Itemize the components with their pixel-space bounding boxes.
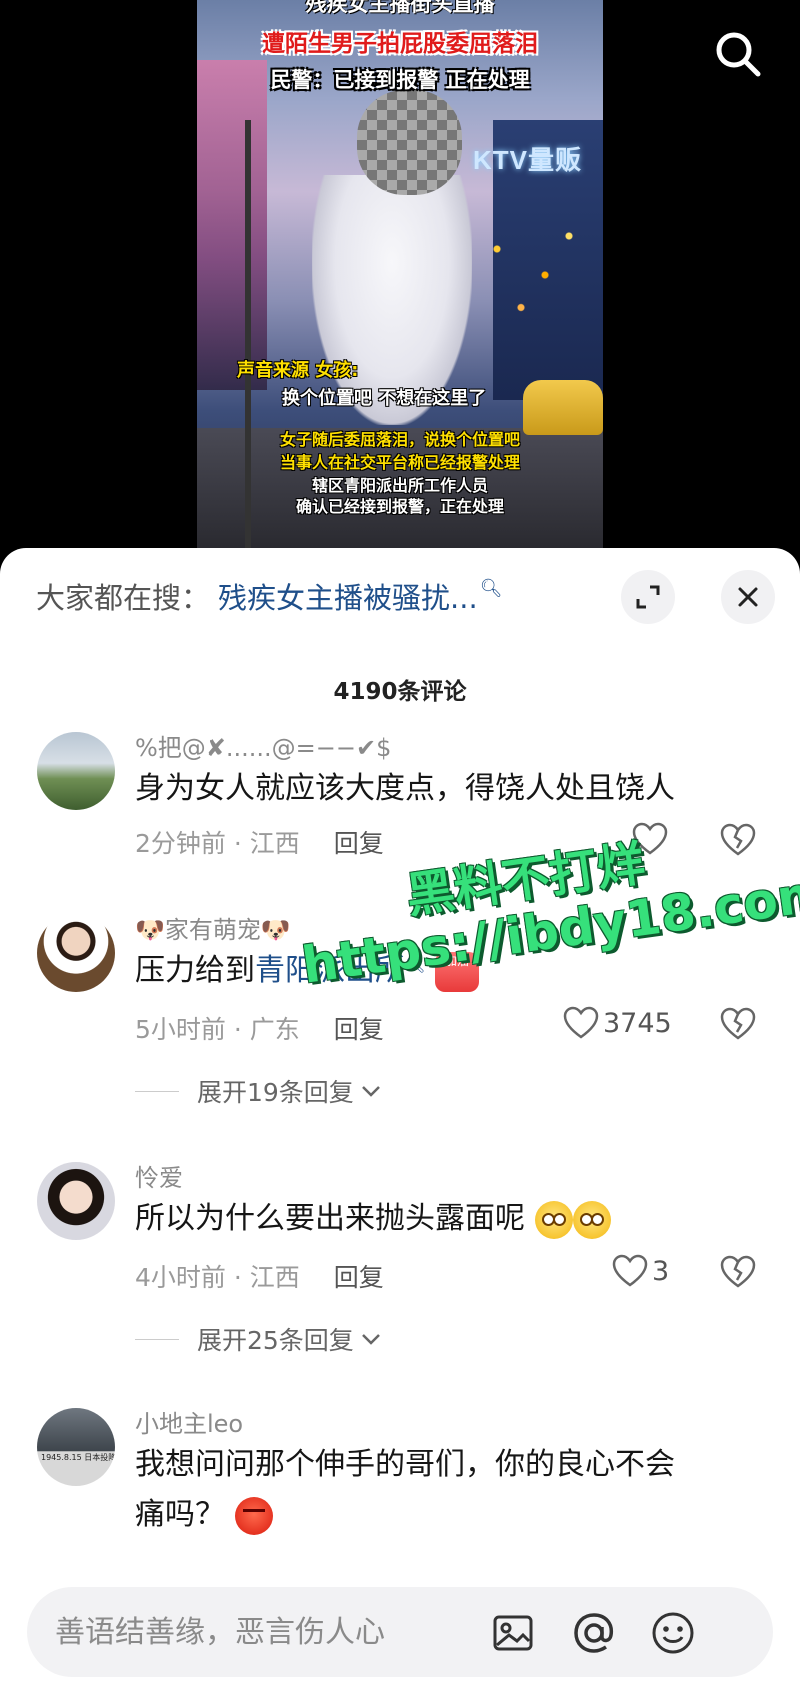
video-caption-police: 民警：已接到报警 正在处理 xyxy=(270,68,530,92)
video-caption-top: 残疾女主播街头直播 xyxy=(305,0,495,16)
comment-meta: 2分钟前 · 江西 回复 xyxy=(135,824,384,860)
comment-text: 所以为什么要出来抛头露面呢 xyxy=(135,1194,611,1244)
comments-sheet: 大家都在搜： 残疾女主播被骚扰... 🔍︎ 4190条评论 %把@✘......… xyxy=(0,548,800,1698)
hot-search-link[interactable]: 残疾女主播被骚扰... xyxy=(218,575,478,617)
comment-time-location: 5小时前 · 广东 xyxy=(135,1015,300,1044)
comment-input[interactable] xyxy=(55,1607,495,1657)
video-player[interactable]: KTV量贩 残疾女主播街头直播 遭陌生男子拍屁股委屈落泪 民警：已接到报警 正在… xyxy=(0,0,800,560)
video-scene-lights xyxy=(473,210,593,340)
divider xyxy=(135,1090,179,1092)
close-icon xyxy=(738,587,758,607)
flushed-emoji xyxy=(572,1200,611,1239)
video-caption-line: 当事人在社交平台称已经报警处理 xyxy=(279,453,520,472)
reply-button[interactable]: 回复 xyxy=(334,829,384,858)
comment-username[interactable]: 小地主leo xyxy=(135,1404,243,1439)
avatar[interactable] xyxy=(37,914,115,992)
divider xyxy=(135,1338,179,1340)
close-sheet-button[interactable] xyxy=(721,570,775,624)
comment-meta: 5小时前 · 广东 回复 xyxy=(135,1010,384,1046)
like-count: 3745 xyxy=(603,1007,672,1039)
broken-heart-icon[interactable] xyxy=(720,822,756,858)
video-frame[interactable]: KTV量贩 残疾女主播街头直播 遭陌生男子拍屁股委屈落泪 民警：已接到报警 正在… xyxy=(197,0,603,548)
comment-text: 身为女人就应该大度点，得饶人处且饶人 xyxy=(135,771,675,806)
video-caption-line: 女子随后委屈落泪，说换个位置吧 xyxy=(279,430,520,449)
expand-replies-button[interactable]: 展开19条回复 xyxy=(135,1073,382,1109)
avatar[interactable]: 1945.8.15 日本投降 xyxy=(37,1408,115,1486)
expand-replies-label: 展开19条回复 xyxy=(197,1078,354,1107)
comment-username[interactable]: 🐶家有萌宠🐶 xyxy=(135,910,291,945)
avatar-caption: 1945.8.15 日本投降 xyxy=(41,1453,115,1462)
comment-username[interactable]: 怜爱 xyxy=(135,1158,183,1193)
video-caption-source: 声音来源 女孩: xyxy=(237,360,359,381)
flushed-emoji xyxy=(534,1200,573,1239)
comment-text-body: 所以为什么要出来抛头露面呢 xyxy=(135,1201,525,1236)
video-caption-line: 确认已经接到报警，正在处理 xyxy=(295,497,504,516)
expand-replies-label: 展开25条回复 xyxy=(197,1326,354,1355)
comment-time-location: 4小时前 · 江西 xyxy=(135,1263,300,1292)
expand-icon xyxy=(636,585,660,609)
chevron-down-icon xyxy=(361,1334,380,1345)
comment-text-line2: 痛吗？ xyxy=(135,1497,225,1532)
comment-text-prefix: 压力给到 xyxy=(135,953,255,988)
like-count: 3 xyxy=(652,1255,670,1287)
search-button[interactable] xyxy=(712,28,764,80)
comment-input-bar xyxy=(0,1571,800,1698)
angry-emoji xyxy=(234,1496,273,1535)
chevron-down-icon xyxy=(361,1086,380,1097)
comment-input-wrapper[interactable] xyxy=(27,1587,773,1677)
like-button[interactable]: 3745 xyxy=(563,1006,672,1040)
avatar[interactable] xyxy=(37,1162,115,1240)
heart-icon xyxy=(612,1254,648,1287)
expand-sheet-button[interactable] xyxy=(621,570,675,624)
emoji-icon[interactable] xyxy=(649,1609,697,1657)
hot-search-label: 大家都在搜： xyxy=(36,581,211,615)
reply-button[interactable]: 回复 xyxy=(334,1015,384,1044)
at-icon[interactable] xyxy=(570,1609,618,1657)
comment-username[interactable]: %把@✘......@=−−✔$ xyxy=(135,728,391,763)
expand-replies-button[interactable]: 展开25条回复 xyxy=(135,1321,382,1357)
image-icon[interactable] xyxy=(489,1609,537,1657)
reply-button[interactable]: 回复 xyxy=(334,1263,384,1292)
comment-text-line: 痛吗？ xyxy=(135,1490,273,1540)
video-caption-headline: 遭陌生男子拍屁股委屈落泪 xyxy=(262,31,538,57)
hot-search-bar: 大家都在搜： 残疾女主播被骚扰... 🔍︎ xyxy=(36,576,503,616)
comment-count: 4190条评论 xyxy=(333,679,467,705)
face-mosaic xyxy=(357,90,462,195)
avatar[interactable] xyxy=(37,732,115,810)
comment-text-line: 我想问问那个伸手的哥们，你的良心不会 xyxy=(135,1447,675,1482)
search-small-icon: 🔍︎ xyxy=(479,577,503,599)
heart-icon xyxy=(563,1006,599,1039)
comment-time-location: 2分钟前 · 江西 xyxy=(135,829,300,858)
like-button[interactable]: 3 xyxy=(612,1254,669,1288)
video-scene-sign: KTV量贩 xyxy=(473,145,583,175)
search-icon xyxy=(716,32,761,77)
video-caption-quote: 换个位置吧 不想在这里了 xyxy=(282,388,487,409)
broken-heart-icon[interactable] xyxy=(720,1254,756,1290)
video-scene-building xyxy=(197,60,267,390)
comment-meta: 4小时前 · 江西 回复 xyxy=(135,1258,384,1294)
broken-heart-icon[interactable] xyxy=(720,1006,756,1042)
